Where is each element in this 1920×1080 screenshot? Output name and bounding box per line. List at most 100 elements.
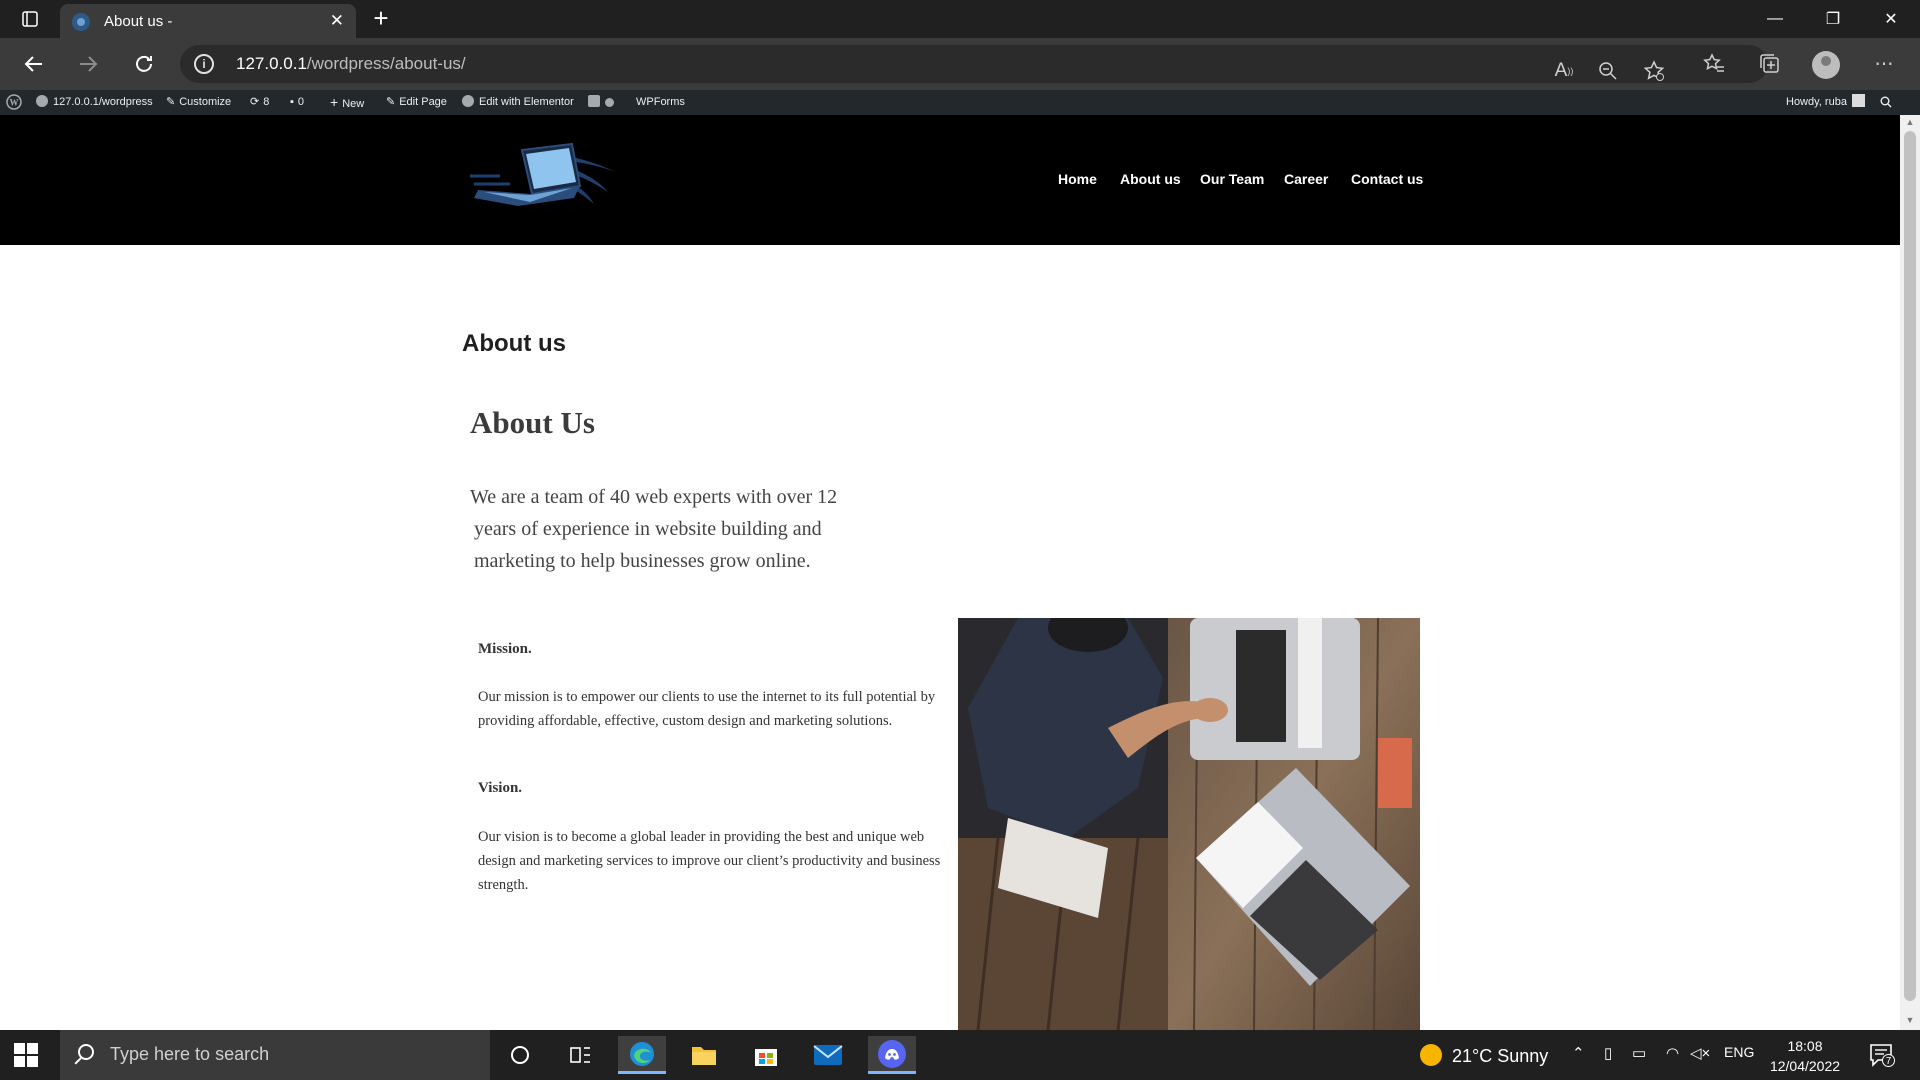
yoast-seo-icon[interactable] <box>588 90 619 115</box>
workspace-photo <box>958 618 1420 1030</box>
microsoft-store-icon[interactable] <box>742 1036 790 1074</box>
admin-edit-page-label: Edit Page <box>399 96 447 108</box>
wordpress-favicon-icon <box>72 13 90 31</box>
admin-search-icon[interactable] <box>1880 90 1892 115</box>
wp-admin-bar: W 127.0.0.1/wordpress ✎ Customize ⟳ 8 ▪ 0 +… <box>0 90 1920 115</box>
favorites-icon[interactable] <box>1696 46 1732 82</box>
scroll-thumb[interactable] <box>1904 131 1916 1001</box>
about-heading: About Us <box>470 405 595 440</box>
zoom-out-icon[interactable] <box>1590 53 1626 89</box>
admin-customize-label: Customize <box>179 96 232 108</box>
mission-heading: Mission. <box>478 641 532 657</box>
back-button[interactable] <box>16 46 52 82</box>
admin-new-link[interactable]: + New <box>330 90 364 115</box>
site-header: Home About us Our Team Career Contact us <box>0 115 1900 245</box>
wifi-icon[interactable]: ◠ <box>1666 1044 1679 1062</box>
nav-about-us[interactable]: About us <box>1120 171 1181 187</box>
tab-actions-icon[interactable] <box>8 4 52 34</box>
notification-center-icon[interactable]: 7 <box>1868 1042 1895 1068</box>
nav-career[interactable]: Career <box>1284 171 1328 187</box>
cortana-icon[interactable] <box>496 1036 544 1074</box>
system-clock[interactable]: 18:08 12/04/2022 <box>1764 1036 1846 1076</box>
refresh-icon <box>136 55 152 72</box>
avatar <box>1851 94 1865 107</box>
nav-home[interactable]: Home <box>1058 171 1097 187</box>
tab-title: About us - <box>104 13 173 30</box>
close-window-button[interactable]: ✕ <box>1862 0 1920 38</box>
page-scrollbar[interactable]: ▲ ▼ <box>1900 115 1920 1030</box>
mail-icon[interactable] <box>804 1036 852 1074</box>
taskbar-search-box[interactable]: Type here to search <box>60 1030 490 1080</box>
volume-muted-icon[interactable]: ◁× <box>1690 1044 1710 1062</box>
back-icon <box>24 56 42 72</box>
nav-contact-us[interactable]: Contact us <box>1351 171 1423 187</box>
address-bar[interactable]: i 127.0.0.1/wordpress/about-us/ A)) <box>180 45 1768 83</box>
forward-button[interactable] <box>70 46 106 82</box>
nav-our-team[interactable]: Our Team <box>1200 171 1264 187</box>
vision-text: Our vision is to become a global leader … <box>478 829 941 893</box>
admin-updates-link[interactable]: ⟳ 8 <box>250 90 269 115</box>
page-content: About us About Us We are a team of 40 we… <box>0 245 1900 1030</box>
dashboard-icon <box>36 95 48 107</box>
admin-account-link[interactable]: Howdy, ruba <box>1786 90 1865 115</box>
yoast-icon <box>588 95 600 107</box>
mission-text: Our mission is to empower our clients to… <box>478 689 936 729</box>
file-explorer-icon[interactable] <box>680 1036 728 1074</box>
new-tab-button[interactable]: + <box>366 3 396 33</box>
task-view-icon[interactable] <box>556 1036 604 1074</box>
intro-line: We are a team of 40 web experts with ove… <box>470 486 838 508</box>
browser-tab-about-us[interactable]: About us - ✕ <box>60 4 356 38</box>
svg-text:W: W <box>10 98 19 108</box>
windows-start-icon[interactable] <box>14 1043 38 1067</box>
weather-widget[interactable]: 21°C Sunny <box>1420 1044 1548 1067</box>
plus-icon: + <box>330 94 339 110</box>
screen: About us - ✕ + — ❐ ✕ i 127.0.0.1/wordpre… <box>0 0 1920 1080</box>
seo-status-dot-icon <box>605 98 614 107</box>
show-hidden-icons-chevron-icon[interactable]: ⌃ <box>1572 1044 1585 1062</box>
read-aloud-icon[interactable]: A)) <box>1546 53 1582 89</box>
wordpress-logo-icon[interactable]: W <box>6 90 22 115</box>
updates-icon: ⟳ <box>250 96 260 108</box>
device-icon[interactable]: ▯ <box>1604 1044 1612 1062</box>
search-icon <box>78 1044 94 1060</box>
site-info-icon[interactable]: i <box>194 54 214 74</box>
admin-edit-page-link[interactable]: ✎ Edit Page <box>386 90 447 115</box>
refresh-button[interactable] <box>126 46 162 82</box>
battery-icon[interactable]: ▭ <box>1632 1044 1646 1062</box>
scroll-down-icon[interactable]: ▼ <box>1904 1015 1916 1025</box>
elementor-icon <box>462 95 474 107</box>
notification-count-badge: 7 <box>1882 1054 1895 1067</box>
input-language[interactable]: ENG <box>1724 1044 1754 1060</box>
intro-line: years of experience in website building … <box>474 518 822 540</box>
pencil-icon: ✎ <box>386 96 396 108</box>
minimize-button[interactable]: — <box>1746 0 1804 38</box>
url-path: /wordpress/about-us/ <box>306 54 466 73</box>
discord-icon[interactable] <box>868 1036 916 1074</box>
site-logo[interactable] <box>470 140 620 212</box>
browser-toolbar: i 127.0.0.1/wordpress/about-us/ A)) ⋯ <box>0 38 1920 90</box>
admin-comments-link[interactable]: ▪ 0 <box>290 90 304 115</box>
collections-icon[interactable] <box>1752 46 1788 82</box>
forward-icon <box>80 56 98 72</box>
comments-count: 0 <box>297 96 305 108</box>
profile-icon[interactable] <box>1812 51 1840 79</box>
browser-tab-strip: About us - ✕ + — ❐ ✕ <box>0 0 1920 38</box>
admin-wpforms-link[interactable]: WPForms <box>636 90 685 115</box>
vision-heading: Vision. <box>478 780 523 796</box>
admin-customize-link[interactable]: ✎ Customize <box>166 90 231 115</box>
url-text[interactable]: 127.0.0.1/wordpress/about-us/ <box>236 54 466 74</box>
edge-browser-icon[interactable] <box>618 1036 666 1074</box>
sun-icon <box>1420 1044 1442 1066</box>
admin-elementor-link[interactable]: Edit with Elementor <box>462 90 574 115</box>
admin-site-label: 127.0.0.1/wordpress <box>53 96 153 108</box>
admin-site-link[interactable]: 127.0.0.1/wordpress <box>36 90 153 115</box>
intro-line: marketing to help businesses grow online… <box>474 550 811 572</box>
tab-close-icon[interactable]: ✕ <box>330 11 344 31</box>
restore-button[interactable]: ❐ <box>1804 0 1862 38</box>
admin-wpforms-label: WPForms <box>636 96 685 108</box>
read-aloud-glyph: A <box>1554 60 1568 81</box>
add-favorite-icon[interactable] <box>1636 53 1672 89</box>
more-icon[interactable]: ⋯ <box>1866 46 1902 82</box>
page-title: About us <box>462 330 566 357</box>
scroll-up-icon[interactable]: ▲ <box>1904 117 1916 127</box>
